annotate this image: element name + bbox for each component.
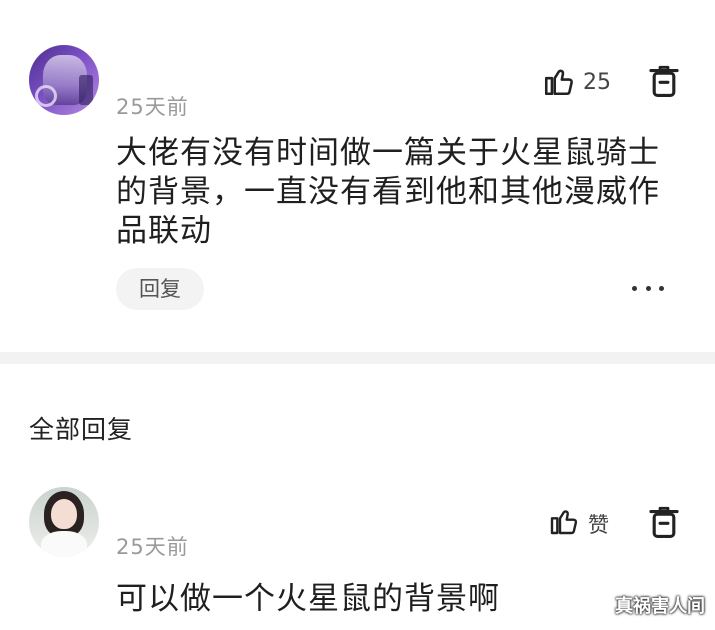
more-icon[interactable] bbox=[632, 278, 664, 298]
more-dot bbox=[645, 285, 651, 291]
comment-text: 大佬有没有时间做一篇关于火星鼠骑士的背景，一直没有看到他和其他漫威作品联动 bbox=[116, 135, 660, 249]
trash-icon[interactable] bbox=[648, 64, 680, 98]
avatar-ring bbox=[35, 85, 57, 107]
comment-detail-page: 25天前 25 大佬有没有时间做一篇关于火星鼠骑士的背景，一直没有看到他和其他漫… bbox=[0, 0, 715, 630]
all-replies-title: 全部回复 bbox=[29, 415, 134, 444]
replier-avatar[interactable] bbox=[29, 487, 99, 557]
commenter-avatar[interactable] bbox=[29, 45, 99, 115]
thumbs-up-icon[interactable] bbox=[542, 64, 576, 98]
thumbs-up-icon[interactable] bbox=[548, 505, 580, 537]
avatar-shape bbox=[79, 75, 93, 105]
reply-button[interactable]: 回复 bbox=[116, 268, 204, 310]
like-count: 25 bbox=[583, 70, 611, 95]
avatar-body bbox=[41, 531, 87, 557]
like-label[interactable]: 赞 bbox=[588, 509, 609, 539]
reply-time: 25天前 bbox=[116, 535, 189, 559]
comment-time: 25天前 bbox=[116, 95, 189, 119]
avatar-face bbox=[51, 499, 77, 529]
trash-icon[interactable] bbox=[648, 505, 680, 539]
more-dot bbox=[632, 285, 637, 291]
watermark: 真祸害人间 bbox=[615, 596, 705, 617]
reply-text: 可以做一个火星鼠的背景啊 bbox=[116, 581, 500, 617]
more-dot bbox=[659, 285, 664, 291]
section-divider bbox=[0, 352, 715, 364]
